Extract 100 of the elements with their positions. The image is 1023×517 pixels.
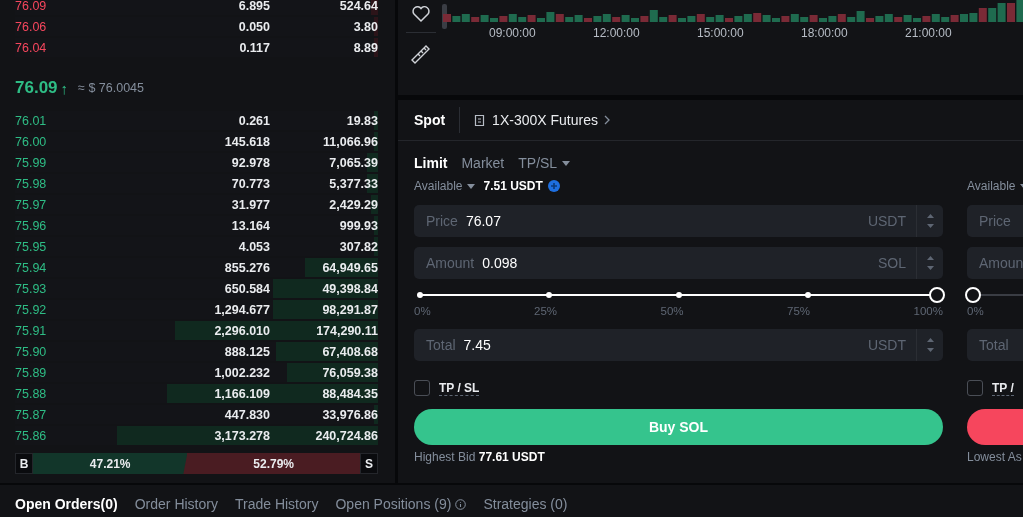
available-label[interactable]: Available xyxy=(414,179,463,193)
order-total: 307.82 xyxy=(338,239,378,254)
ruler-icon[interactable] xyxy=(409,43,432,65)
order-total: 7,065.39 xyxy=(328,155,378,170)
order-total: 174,290.11 xyxy=(315,323,378,338)
last-price: 76.09 xyxy=(15,78,58,98)
order-price: 76.01 xyxy=(15,113,48,128)
order-total: 5,377.33 xyxy=(328,176,378,191)
slider-thumb[interactable] xyxy=(929,287,945,303)
order-amount: 31.977 xyxy=(230,197,270,212)
tp-sl-label[interactable]: TP / xyxy=(992,380,1014,396)
order-amount: 2,296.010 xyxy=(213,323,270,338)
order-type-tab[interactable]: TP/SL xyxy=(518,155,571,171)
order-price: 75.99 xyxy=(15,155,48,170)
time-axis-label: 12:00:00 xyxy=(593,26,641,40)
sell-percent: 52.79% xyxy=(252,455,296,473)
order-amount: 4.053 xyxy=(237,239,270,254)
records-tab[interactable]: Open Positions (9) xyxy=(335,496,467,512)
order-price: 75.89 xyxy=(15,365,48,380)
time-axis-label: 09:00:00 xyxy=(489,26,537,40)
checkbox[interactable] xyxy=(967,380,983,396)
order-amount: 3,173.278 xyxy=(213,428,270,443)
order-total: 88,484.35 xyxy=(321,386,378,401)
order-type-tab[interactable]: Market xyxy=(461,155,505,171)
buy-ratio-bar: 47.21% xyxy=(33,453,188,474)
input-field[interactable]: Total 7.45 USDT xyxy=(414,329,943,361)
order-amount: 13.164 xyxy=(230,218,270,233)
input-field[interactable]: Price 76.07 USDT xyxy=(414,205,943,237)
order-total: 67,408.68 xyxy=(321,344,378,359)
order-amount: 650.584 xyxy=(223,281,270,296)
order-amount: 0.050 xyxy=(237,19,270,34)
order-amount: 447.830 xyxy=(223,407,270,422)
records-tab[interactable]: Trade History xyxy=(234,496,319,512)
order-price: 76.04 xyxy=(15,40,48,55)
order-price: 75.87 xyxy=(15,407,48,422)
records-tab[interactable]: Strategies (0) xyxy=(483,496,568,512)
order-amount: 1,002.232 xyxy=(213,365,270,380)
buy-label: B xyxy=(15,453,33,474)
order-total: 76,059.38 xyxy=(321,365,378,380)
trend-arrow: ↑ xyxy=(60,79,69,97)
order-total: 11,066.96 xyxy=(322,134,378,149)
slider-tick-label: 0% xyxy=(967,305,984,319)
spot-tab[interactable]: Spot xyxy=(414,112,446,128)
slider-tick-label: 0% xyxy=(414,305,431,319)
order-amount: 70.773 xyxy=(230,176,270,191)
order-price: 75.88 xyxy=(15,386,48,401)
futures-tab[interactable]: 1X-300X Futures xyxy=(474,112,611,128)
slider-tick-label: 50% xyxy=(660,305,684,319)
order-total: 49,398.84 xyxy=(321,281,378,296)
order-price: 75.91 xyxy=(15,323,48,338)
time-axis-label: 18:00:00 xyxy=(801,26,849,40)
order-price: 75.96 xyxy=(15,218,48,233)
slider-tick-label: 100% xyxy=(913,305,943,319)
order-amount: 1,294.677 xyxy=(213,302,270,317)
order-total: 8.89 xyxy=(352,40,378,55)
order-price: 75.90 xyxy=(15,344,48,359)
order-amount: 6.895 xyxy=(237,0,270,13)
slider-tick-label: 75% xyxy=(787,305,811,319)
order-price: 76.06 xyxy=(15,19,48,34)
order-total: 19.83 xyxy=(345,113,378,128)
tp-sl-label[interactable]: TP / SL xyxy=(439,380,480,396)
order-total: 33,976.86 xyxy=(321,407,378,422)
records-tab[interactable]: Open Orders(0) xyxy=(15,496,118,512)
order-total: 524.64 xyxy=(338,0,378,13)
order-total: 98,291.87 xyxy=(321,302,378,317)
order-amount: 145.618 xyxy=(223,134,270,149)
order-type-tab[interactable]: Limit xyxy=(414,155,448,171)
order-price: 75.92 xyxy=(15,302,48,317)
order-amount: 92.978 xyxy=(230,155,270,170)
order-amount: 855.276 xyxy=(223,260,270,275)
order-total: 64,949.65 xyxy=(321,260,378,275)
best-price-text: Lowest As xyxy=(967,450,1023,464)
chevron-right-icon xyxy=(602,114,611,126)
checkbox[interactable] xyxy=(414,380,430,396)
records-tab[interactable]: Order History xyxy=(134,496,218,512)
slider-thumb[interactable] xyxy=(965,287,981,303)
available-balance: 7.51 USDT xyxy=(483,179,543,193)
order-amount: 888.125 xyxy=(223,344,270,359)
order-price: 76.09 xyxy=(15,0,48,13)
add-funds-icon[interactable] xyxy=(547,180,560,192)
order-total: 240,724.86 xyxy=(314,428,378,443)
caret-down-icon xyxy=(467,183,476,189)
order-amount: 1,166.109 xyxy=(213,386,270,401)
order-price: 75.93 xyxy=(15,281,48,296)
order-price: 75.86 xyxy=(15,428,48,443)
order-price: 75.94 xyxy=(15,260,48,275)
best-price-text: Highest Bid 77.61 USDT xyxy=(414,450,546,464)
time-axis-label: 21:00:00 xyxy=(905,26,953,40)
order-price: 75.97 xyxy=(15,197,48,212)
order-price: 75.95 xyxy=(15,239,48,254)
order-price: 75.98 xyxy=(15,176,48,191)
heart-icon[interactable] xyxy=(410,4,431,24)
order-total: 999.93 xyxy=(338,218,378,233)
order-total: 2,429.29 xyxy=(328,197,378,212)
order-amount: 0.261 xyxy=(237,113,270,128)
available-label[interactable]: Available xyxy=(967,179,1016,193)
order-total: 3.80 xyxy=(352,19,378,34)
sell-label: S xyxy=(360,453,378,474)
input-field[interactable]: Amount 0.098 SOL xyxy=(414,247,943,279)
approx-price: ≈ $ 76.0045 xyxy=(78,81,144,95)
